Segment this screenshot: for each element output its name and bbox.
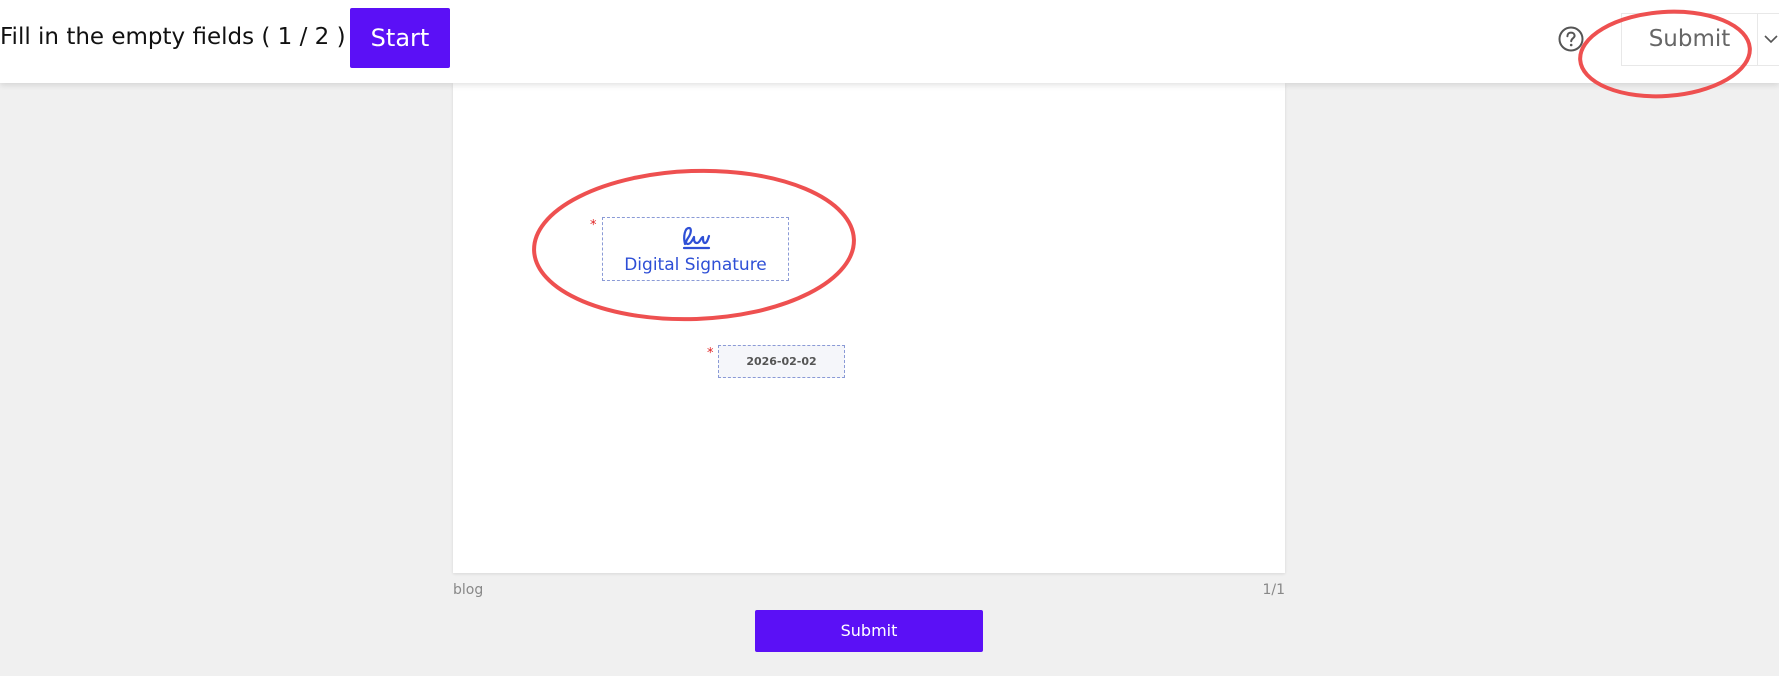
signature-required-marker: * <box>590 218 597 233</box>
date-required-marker: * <box>707 346 714 361</box>
submit-top-button[interactable]: Submit <box>1621 13 1757 66</box>
question-circle-icon[interactable] <box>1558 26 1584 52</box>
submit-bottom-button[interactable]: Submit <box>755 610 983 652</box>
top-toolbar: Fill in the empty fields ( 1 / 2 ) Start… <box>0 0 1779 83</box>
page-indicator: 1/1 <box>1262 582 1285 598</box>
start-button[interactable]: Start <box>350 8 450 68</box>
date-field[interactable]: 2026-02-02 <box>718 345 845 378</box>
page-root: Fill in the empty fields ( 1 / 2 ) Start… <box>0 0 1779 676</box>
digital-signature-label: Digital Signature <box>624 255 767 275</box>
digital-signature-field[interactable]: Digital Signature <box>602 217 789 281</box>
signature-icon <box>682 226 711 250</box>
document-page <box>453 83 1285 573</box>
fields-progress-title: Fill in the empty fields ( 1 / 2 ) <box>0 24 346 50</box>
document-file-name: blog <box>453 582 484 598</box>
chevron-down-icon <box>1764 35 1778 44</box>
submit-options-dropdown[interactable] <box>1757 13 1779 66</box>
